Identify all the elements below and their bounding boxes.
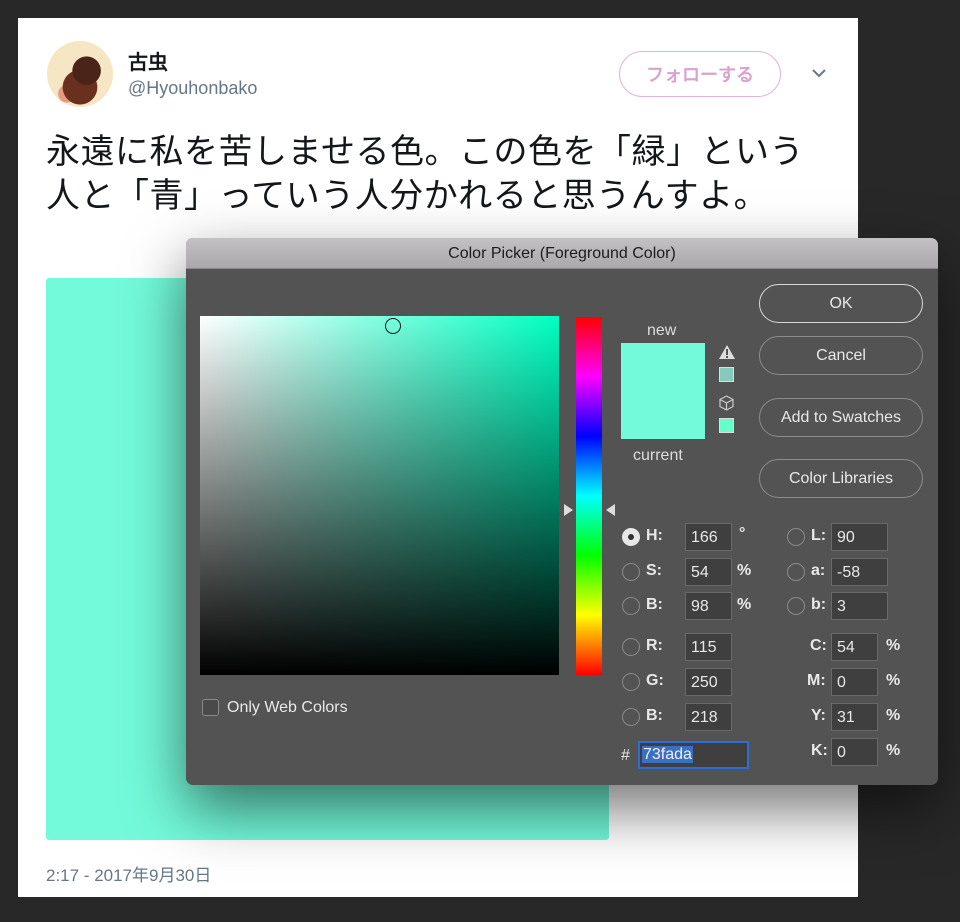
- lightness-label: L:: [811, 527, 827, 544]
- radio-hue[interactable]: [622, 528, 640, 546]
- radio-a[interactable]: [787, 563, 805, 581]
- avatar[interactable]: [47, 41, 113, 107]
- web-safe-cube-icon[interactable]: [719, 395, 734, 414]
- saturation-input[interactable]: 54: [685, 558, 732, 586]
- current-label: current: [633, 447, 683, 464]
- yellow-input[interactable]: 31: [831, 703, 878, 731]
- hue-slider-handle-left[interactable]: [564, 504, 573, 516]
- radio-green[interactable]: [622, 673, 640, 691]
- hue-slider[interactable]: [576, 317, 602, 675]
- hue-slider-handle-right[interactable]: [606, 504, 615, 516]
- green-label: G:: [646, 672, 664, 689]
- follow-button[interactable]: フォローする: [619, 51, 781, 97]
- color-picker-dialog: Color Picker (Foreground Color) new curr…: [186, 238, 938, 785]
- hue-unit: °: [739, 525, 746, 542]
- only-web-colors-label[interactable]: Only Web Colors: [227, 699, 348, 717]
- b-lab-input[interactable]: 3: [831, 592, 888, 620]
- gamut-warning-icon[interactable]: [718, 344, 736, 360]
- dialog-title[interactable]: Color Picker (Foreground Color): [186, 238, 938, 269]
- red-label: R:: [646, 637, 663, 654]
- a-input[interactable]: -58: [831, 558, 888, 586]
- hex-prefix: #: [621, 747, 630, 764]
- b-lab-label: b:: [811, 596, 827, 613]
- only-web-colors-checkbox[interactable]: [202, 699, 219, 716]
- magenta-label: M:: [807, 672, 826, 689]
- cyan-label: C:: [810, 637, 827, 654]
- magenta-input[interactable]: 0: [831, 668, 878, 696]
- gamut-warning-swatch[interactable]: [719, 367, 734, 382]
- black-unit: %: [886, 742, 901, 759]
- radio-red[interactable]: [622, 638, 640, 656]
- tweet-timestamp[interactable]: 2:17 - 2017年9月30日: [46, 861, 211, 886]
- yellow-label: Y:: [811, 707, 826, 724]
- magenta-unit: %: [886, 672, 901, 689]
- color-field[interactable]: [200, 316, 559, 675]
- display-name[interactable]: 古虫: [128, 46, 168, 75]
- new-label: new: [647, 322, 677, 339]
- tweet-text: 永遠に私を苦しませる色。この色を「緑」という人と「青」っていう人分かれると思うん…: [46, 132, 804, 216]
- radio-brightness[interactable]: [622, 597, 640, 615]
- cancel-button[interactable]: Cancel: [759, 336, 923, 375]
- radio-blue[interactable]: [622, 708, 640, 726]
- chevron-down-icon[interactable]: [810, 64, 828, 82]
- color-preview-swatch[interactable]: [621, 343, 705, 439]
- blue-input[interactable]: 218: [685, 703, 732, 731]
- black-input[interactable]: 0: [831, 738, 878, 766]
- a-label: a:: [811, 562, 826, 579]
- cyan-input[interactable]: 54: [831, 633, 878, 661]
- hue-label: H:: [646, 527, 663, 544]
- cyan-unit: %: [886, 637, 901, 654]
- hex-value: 73fada: [642, 746, 693, 763]
- yellow-unit: %: [886, 707, 901, 724]
- ok-button[interactable]: OK: [759, 284, 923, 323]
- radio-lightness[interactable]: [787, 528, 805, 546]
- radio-b-lab[interactable]: [787, 597, 805, 615]
- saturation-unit: %: [737, 562, 752, 579]
- hue-input[interactable]: 166: [685, 523, 732, 551]
- brightness-unit: %: [737, 596, 752, 613]
- web-safe-swatch[interactable]: [719, 418, 734, 433]
- black-label: K:: [811, 742, 828, 759]
- hex-input[interactable]: 73fada: [638, 741, 749, 769]
- add-to-swatches-button[interactable]: Add to Swatches: [759, 398, 923, 437]
- brightness-input[interactable]: 98: [685, 592, 732, 620]
- user-handle[interactable]: @Hyouhonbako: [128, 78, 257, 99]
- green-input[interactable]: 250: [685, 668, 732, 696]
- color-field-cursor[interactable]: [385, 318, 401, 334]
- lightness-input[interactable]: 90: [831, 523, 888, 551]
- color-libraries-button[interactable]: Color Libraries: [759, 459, 923, 498]
- blue-label: B:: [646, 707, 663, 724]
- saturation-label: S:: [646, 562, 662, 579]
- radio-saturation[interactable]: [622, 563, 640, 581]
- brightness-label: B:: [646, 596, 663, 613]
- red-input[interactable]: 115: [685, 633, 732, 661]
